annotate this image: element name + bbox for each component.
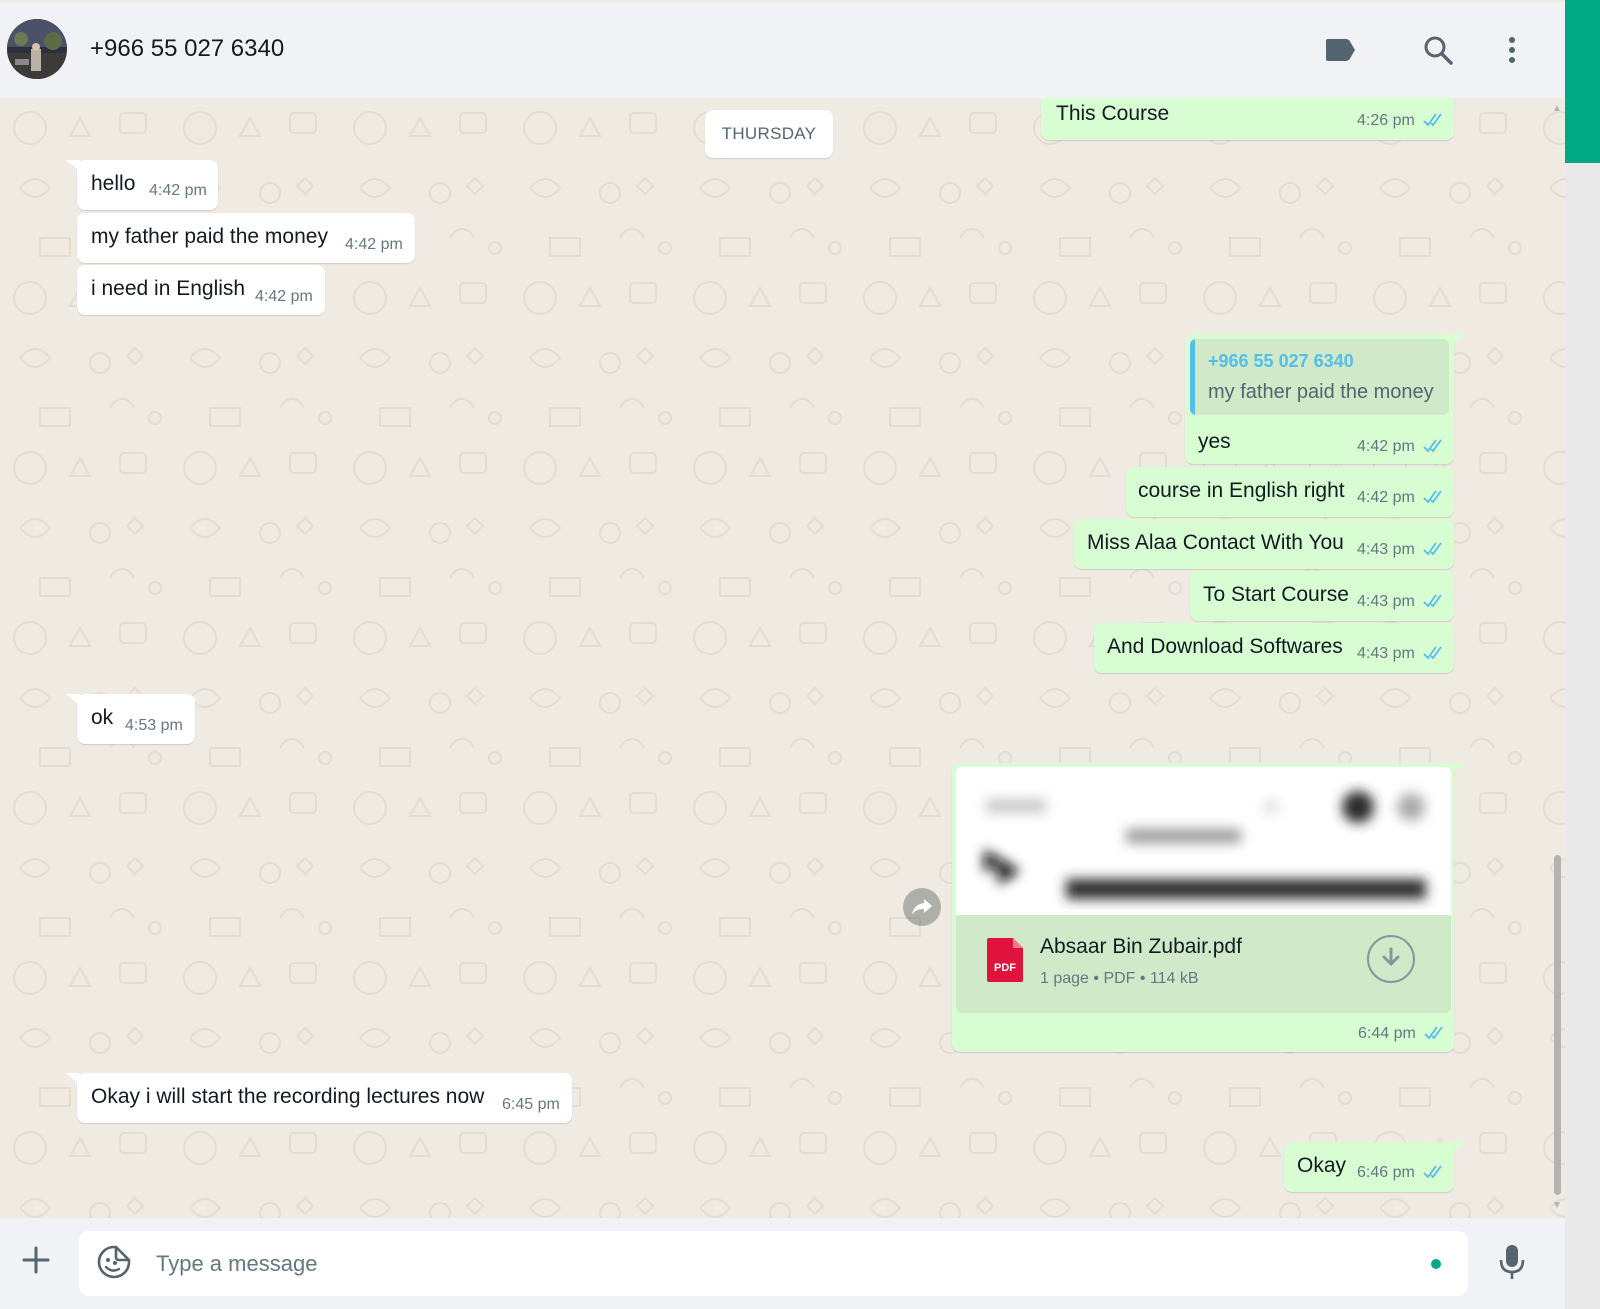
- document-size: 114 kB: [1149, 970, 1199, 987]
- message-bubble-incoming[interactable]: my father paid the money 4:42 pm: [77, 213, 415, 263]
- message-bubble-outgoing[interactable]: Okay 6:46 pm: [1284, 1142, 1454, 1192]
- message-text: To Start Course: [1203, 583, 1349, 606]
- message-text: Miss Alaa Contact With You: [1087, 531, 1344, 554]
- message-time: 4:42 pm: [255, 288, 313, 305]
- read-ticks-icon: [1423, 1165, 1442, 1179]
- message-time: 6:46 pm: [1357, 1164, 1415, 1181]
- forward-icon: [912, 899, 932, 915]
- scroll-up-arrow[interactable]: ▲: [1551, 104, 1563, 114]
- message-bubble-document[interactable]: PDF Absaar Bin Zubair.pdf 1 page • PDF •…: [952, 763, 1454, 1052]
- bubble-tail: [1452, 763, 1466, 775]
- message-time: 6:45 pm: [502, 1096, 560, 1113]
- scroll-down-arrow[interactable]: ▼: [1551, 1201, 1563, 1211]
- message-bubble-incoming[interactable]: hello 4:42 pm: [77, 160, 218, 210]
- read-ticks-icon: [1424, 1026, 1443, 1040]
- bubble-tail: [1452, 1142, 1466, 1154]
- message-time: 4:43 pm: [1357, 645, 1415, 662]
- read-ticks-icon: [1423, 113, 1442, 127]
- label-icon[interactable]: [1322, 32, 1358, 68]
- document-format: PDF: [1103, 970, 1136, 987]
- document-pages: 1 page: [1040, 970, 1089, 987]
- message-composer: [0, 1218, 1565, 1309]
- message-time: 4:43 pm: [1357, 541, 1415, 558]
- scrollbar-thumb[interactable]: [1554, 855, 1561, 1195]
- document-preview[interactable]: [956, 767, 1451, 917]
- message-input[interactable]: [154, 1241, 1358, 1287]
- read-ticks-icon: [1423, 594, 1442, 608]
- message-bubble-incoming[interactable]: i need in English 4:42 pm: [77, 265, 325, 315]
- quoted-sender: +966 55 027 6340: [1208, 351, 1354, 371]
- message-bubble-incoming[interactable]: Okay i will start the recording lectures…: [77, 1073, 572, 1123]
- bubble-tail: [1452, 334, 1466, 346]
- message-time: 4:42 pm: [345, 236, 403, 253]
- chat-window: +966 55 027 6340 THURSDAY This Course 4:…: [0, 0, 1565, 1309]
- attach-button[interactable]: [18, 1242, 54, 1278]
- read-ticks-icon: [1423, 542, 1442, 556]
- menu-icon[interactable]: [1494, 32, 1530, 68]
- message-text: ok: [91, 706, 114, 729]
- search-icon[interactable]: [1420, 32, 1456, 68]
- read-ticks-icon: [1423, 490, 1442, 504]
- message-input-box[interactable]: [79, 1231, 1468, 1296]
- message-bubble-outgoing[interactable]: course in English right 4:42 pm: [1126, 467, 1454, 517]
- message-time: 4:42 pm: [149, 182, 207, 199]
- message-text: This Course: [1056, 102, 1170, 125]
- pdf-file-icon: PDF: [987, 938, 1023, 982]
- message-time: 4:26 pm: [1357, 112, 1415, 129]
- message-text: i need in English: [91, 277, 246, 300]
- sticker-button[interactable]: [97, 1245, 133, 1281]
- message-text: Okay i will start the recording lectures…: [91, 1085, 485, 1108]
- read-ticks-icon: [1423, 439, 1442, 453]
- message-time: 4:53 pm: [125, 717, 183, 734]
- message-bubble-outgoing[interactable]: Miss Alaa Contact With You 4:43 pm: [1074, 519, 1454, 569]
- message-bubble-incoming[interactable]: ok 4:53 pm: [77, 694, 195, 744]
- document-info[interactable]: PDF Absaar Bin Zubair.pdf 1 page • PDF •…: [956, 915, 1451, 1013]
- message-time: 4:42 pm: [1357, 438, 1415, 455]
- message-text: my father paid the money: [91, 225, 328, 248]
- message-bubble-outgoing[interactable]: To Start Course 4:43 pm: [1190, 571, 1454, 621]
- message-bubble-outgoing[interactable]: And Download Softwares 4:43 pm: [1094, 623, 1454, 673]
- date-separator: THURSDAY: [705, 110, 833, 158]
- download-button[interactable]: [1367, 935, 1415, 983]
- voice-record-button[interactable]: [1494, 1240, 1530, 1284]
- message-list[interactable]: THURSDAY This Course 4:26 pm hello 4:42 …: [0, 98, 1565, 1218]
- document-meta: 1 page • PDF • 114 kB: [1040, 970, 1199, 987]
- status-dot: [1431, 1259, 1441, 1269]
- message-bubble-outgoing[interactable]: This Course 4:26 pm: [1041, 98, 1454, 140]
- message-text: course in English right: [1138, 479, 1345, 502]
- quoted-message[interactable]: +966 55 027 6340 my father paid the mone…: [1190, 339, 1449, 415]
- download-icon: [1382, 947, 1400, 967]
- side-accent-bar: [1565, 0, 1600, 163]
- message-time: 4:43 pm: [1357, 593, 1415, 610]
- forward-button[interactable]: [903, 888, 941, 926]
- message-time: 4:42 pm: [1357, 489, 1415, 506]
- quoted-text: my father paid the money: [1208, 381, 1434, 403]
- sticker-icon: [97, 1245, 131, 1279]
- message-text: hello: [91, 172, 136, 195]
- chat-header: +966 55 027 6340: [0, 2, 1565, 98]
- avatar[interactable]: [7, 19, 67, 79]
- message-text: yes: [1198, 430, 1231, 453]
- read-ticks-icon: [1423, 646, 1442, 660]
- message-time: 6:44 pm: [1358, 1025, 1416, 1042]
- quote-accent-bar: [1190, 339, 1195, 415]
- message-text: Okay: [1297, 1154, 1347, 1177]
- contact-name[interactable]: +966 55 027 6340: [90, 35, 284, 63]
- pdf-icon-label: PDF: [994, 962, 1016, 974]
- document-name: Absaar Bin Zubair.pdf: [1040, 935, 1242, 958]
- plus-icon: [22, 1246, 50, 1274]
- mic-icon: [1499, 1245, 1525, 1279]
- message-text: And Download Softwares: [1107, 635, 1343, 658]
- side-panel-strip: [1565, 0, 1600, 1309]
- message-bubble-outgoing[interactable]: +966 55 027 6340 my father paid the mone…: [1185, 334, 1454, 464]
